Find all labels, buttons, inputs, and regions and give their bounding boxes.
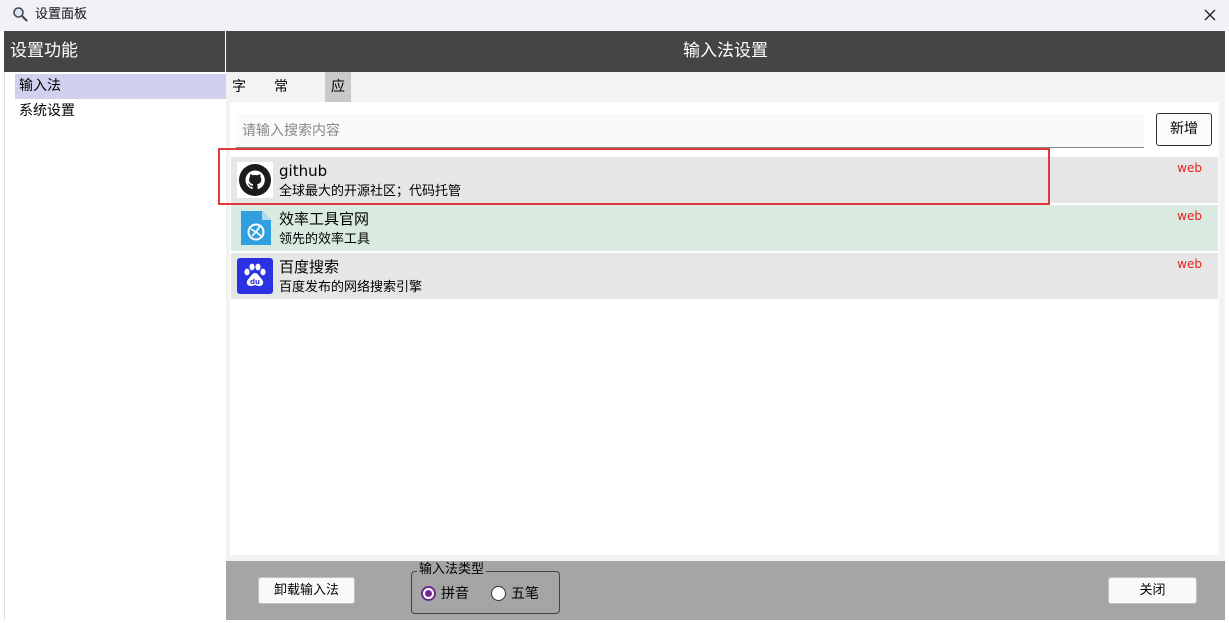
- list-item[interactable]: du 百度搜索 百度发布的网络搜索引擎 web: [231, 253, 1218, 299]
- window-close-button[interactable]: [1196, 3, 1224, 27]
- app-name: 百度搜索: [279, 258, 340, 276]
- tab-apps[interactable]: 应用: [325, 72, 351, 125]
- app-description: 百度发布的网络搜索引擎: [279, 280, 423, 295]
- sidebar: 输入法 系统设置: [4, 72, 226, 620]
- app-description: 领先的效率工具: [279, 232, 371, 247]
- close-button[interactable]: 关闭: [1108, 577, 1197, 604]
- app-name: github: [279, 162, 328, 180]
- efficiency-tool-icon: [241, 211, 271, 245]
- svg-text:du: du: [250, 278, 260, 286]
- app-description: 全球最大的开源社区；代码托管: [279, 184, 462, 199]
- app-type-tag: web: [1177, 209, 1202, 223]
- tab-common-words[interactable]: 常用词: [268, 72, 294, 155]
- list-item[interactable]: github 全球最大的开源社区；代码托管 web: [231, 157, 1218, 203]
- github-icon: [237, 162, 273, 198]
- app-name: 效率工具官网: [279, 210, 370, 228]
- magnifier-icon: [13, 7, 28, 22]
- app-type-tag: web: [1177, 257, 1202, 271]
- radio-label: 拼音: [441, 586, 469, 602]
- radio-label: 五笔: [511, 586, 539, 602]
- close-icon: [1204, 9, 1216, 21]
- list-item[interactable]: 效率工具官网 领先的效率工具 web: [231, 205, 1218, 251]
- footer-bar: [226, 561, 1225, 620]
- radio-unchecked-icon: [491, 586, 506, 601]
- radio-wubi[interactable]: 五笔: [491, 584, 551, 604]
- page-title: 输入法设置: [226, 31, 1225, 72]
- app-type-tag: web: [1177, 161, 1202, 175]
- ime-type-title: 输入法类型: [417, 562, 487, 578]
- radio-pinyin[interactable]: 拼音: [421, 584, 481, 604]
- title-bar: 设置面板: [0, 0, 1229, 31]
- sidebar-item-system-settings[interactable]: 系统设置: [15, 99, 226, 124]
- window-title: 设置面板: [35, 7, 88, 22]
- sidebar-header: 设置功能: [4, 31, 225, 72]
- radio-checked-icon: [421, 586, 436, 601]
- sidebar-item-ime[interactable]: 输入法: [15, 74, 226, 99]
- add-button[interactable]: 新增: [1156, 113, 1212, 146]
- baidu-icon: du: [237, 258, 273, 294]
- search-input[interactable]: [236, 114, 1144, 148]
- tab-lexicon[interactable]: 字库: [226, 72, 252, 125]
- uninstall-ime-button[interactable]: 卸载输入法: [258, 577, 355, 604]
